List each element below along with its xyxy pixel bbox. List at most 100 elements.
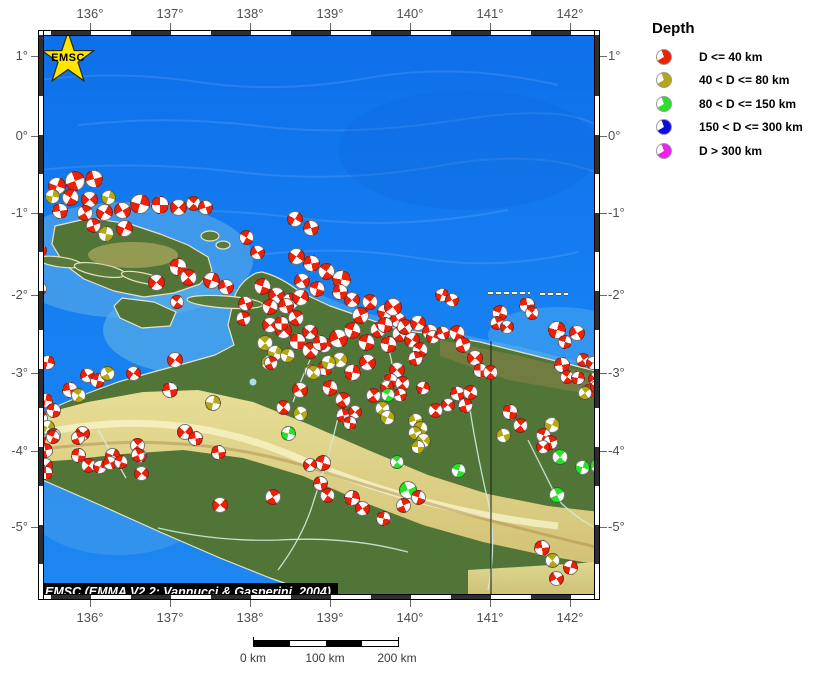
map-canvas: EMSC EMSC (EMMA V2.2; Vannucci & Gasperi… (38, 30, 600, 600)
axis-tick (570, 23, 571, 30)
deep-basin (338, 90, 598, 210)
focal-mechanism-beachball (548, 570, 564, 586)
scale-bar: 0 km 100 km 200 km (240, 637, 417, 665)
legend-item: 150 < D <= 300 km (650, 116, 810, 140)
focal-mechanism-beachball (151, 196, 169, 214)
focal-mechanism-beachball (52, 203, 68, 219)
legend-item-label: 40 < D <= 80 km (699, 73, 790, 88)
axis-tick-label: 136° (76, 610, 104, 625)
focal-mechanism-beachball (210, 444, 226, 460)
axis-tick (330, 600, 331, 607)
axis-tick (600, 136, 607, 137)
focal-mechanism-beachball (512, 417, 528, 433)
focal-mechanism-beachball (362, 294, 378, 310)
focal-mechanism-beachball (179, 268, 197, 286)
axis-tick-label: 141° (476, 6, 504, 21)
terrain-relief (38, 30, 600, 600)
focal-mechanism-beachball (305, 364, 321, 380)
axis-tick-label: 139° (316, 6, 344, 21)
scale-bar-label: 200 km (377, 651, 417, 665)
axis-tick (570, 600, 571, 607)
focal-mechanism-beachball (549, 487, 565, 503)
focal-mechanism-beachball (85, 217, 101, 233)
focal-mechanism-beachball (147, 273, 165, 291)
axis-tick-label: 1° (608, 48, 621, 63)
focal-mechanism-beachball (45, 402, 61, 418)
axis-tick (90, 23, 91, 30)
focal-mechanism-beachball (410, 489, 426, 505)
focal-mechanism-beachball (279, 347, 295, 363)
focal-mechanism-beachball (416, 381, 430, 395)
focal-mechanism-beachball (571, 371, 585, 385)
axis-tick (31, 56, 38, 57)
lake (249, 378, 257, 386)
legend-beachball-icon (656, 72, 672, 89)
axis-tick-label: 139° (316, 610, 344, 625)
focal-mechanism-beachball (294, 273, 310, 289)
focal-mechanism-beachball (162, 382, 178, 398)
axis-tick-label: 140° (396, 610, 424, 625)
focal-mechanism-beachball (249, 244, 265, 260)
focal-mechanism-beachball (377, 317, 393, 333)
focal-mechanism-beachball (457, 397, 473, 413)
focal-mechanism-beachball (407, 350, 423, 366)
focal-mechanism-beachball (130, 194, 150, 214)
focal-mechanism-beachball (495, 427, 511, 443)
axis-tick (600, 451, 607, 452)
axis-tick (410, 600, 411, 607)
focal-mechanism-beachball (291, 288, 309, 306)
focal-mechanism-beachball (275, 399, 291, 415)
focal-mechanism-beachball (574, 459, 590, 475)
axis-tick-label: -5° (608, 519, 625, 534)
focal-mechanism-beachball (292, 405, 308, 421)
focal-mechanism-beachball (312, 335, 328, 351)
legend-beachball-icon (656, 119, 672, 136)
focal-mechanism-beachball (525, 306, 539, 320)
axis-tick (31, 527, 38, 528)
focal-mechanism-beachball (238, 229, 254, 245)
focal-mechanism-beachball (381, 388, 395, 402)
focal-mechanism-beachball (114, 455, 128, 469)
axis-tick-label: 0° (608, 128, 621, 143)
focal-mechanism-beachball (113, 201, 131, 219)
focal-mechanism-beachball (320, 354, 336, 370)
axis-tick-label: 1° (15, 48, 28, 63)
focal-mechanism-beachball (395, 497, 411, 513)
map-frame-top (38, 30, 600, 36)
axis-tick-label: -4° (11, 443, 28, 458)
axis-tick (600, 56, 607, 57)
focal-mechanism-beachball (235, 310, 251, 326)
focal-mechanism-beachball (280, 425, 296, 441)
focal-mechanism-beachball (70, 387, 86, 403)
focal-mechanism-beachball (202, 271, 220, 289)
focal-mechanism-beachball (445, 293, 459, 307)
focal-mechanism-beachball (343, 321, 361, 339)
legend-item: D <= 40 km (650, 45, 810, 69)
focal-mechanism-beachball (167, 352, 183, 368)
focal-mechanism-beachball (133, 465, 149, 481)
focal-mechanism-beachball (552, 449, 568, 465)
legend-item-label: 150 < D <= 300 km (699, 120, 803, 135)
focal-mechanism-beachball (303, 458, 317, 472)
axis-tick (250, 23, 251, 30)
legend-item-label: D > 300 km (699, 143, 763, 158)
focal-mechanism-beachball (85, 170, 103, 188)
focal-mechanism-beachball (455, 337, 471, 353)
focal-mechanism-beachball (319, 487, 335, 503)
axis-tick (600, 527, 607, 528)
focal-mechanism-beachball (562, 559, 578, 575)
focal-mechanism-beachball (115, 219, 133, 237)
axis-tick-label: 138° (236, 610, 264, 625)
axis-tick (330, 23, 331, 30)
focal-mechanism-beachball (205, 395, 221, 411)
axis-tick (600, 213, 607, 214)
emsc-star-marker: EMSC (40, 30, 96, 83)
axis-tick (600, 295, 607, 296)
focal-mechanism-beachball (335, 392, 351, 408)
focal-mechanism-beachball (46, 430, 60, 444)
axis-tick-label: -5° (11, 519, 28, 534)
focal-mechanism-beachball (450, 462, 466, 478)
focal-mechanism-beachball (393, 388, 407, 402)
focal-mechanism-beachball (315, 455, 331, 471)
focal-mechanism-beachball (71, 431, 85, 445)
